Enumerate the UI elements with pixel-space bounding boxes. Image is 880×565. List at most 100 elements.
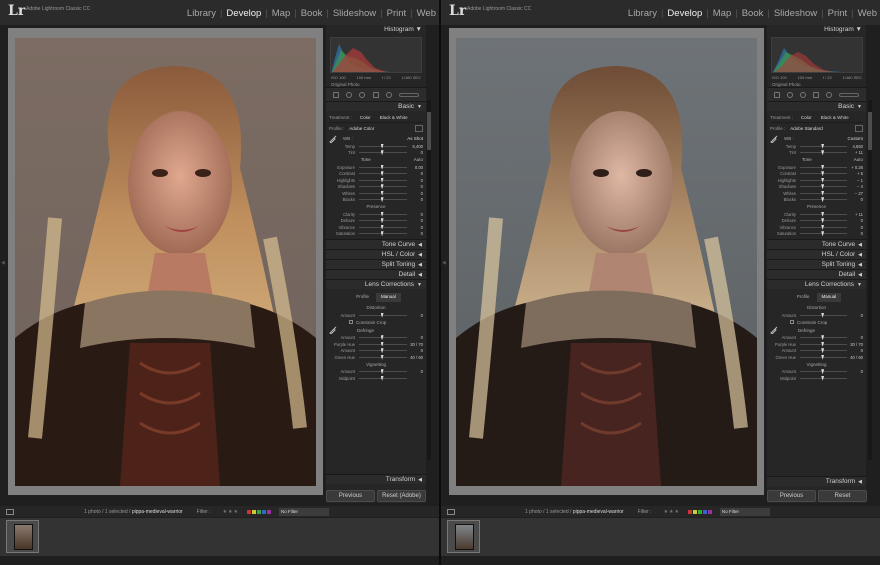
color-label-filter[interactable] <box>688 509 713 514</box>
slider-handle[interactable] <box>821 369 825 375</box>
yellow-label-icon[interactable] <box>252 509 257 514</box>
slider-value[interactable]: + 11 <box>849 150 863 155</box>
slider-handle[interactable] <box>380 335 384 341</box>
monitor-icon[interactable] <box>6 508 14 515</box>
slider-value[interactable]: + 0.26 <box>849 165 863 170</box>
slider-value[interactable]: 0 <box>849 218 863 223</box>
slider-value[interactable]: 0 <box>409 178 423 183</box>
red-label-icon[interactable] <box>247 509 252 514</box>
red-label-icon[interactable] <box>688 509 693 514</box>
slider-handle[interactable] <box>380 354 384 360</box>
slider-value[interactable]: 30 / 70 <box>849 342 863 347</box>
slider-handle[interactable] <box>821 341 825 347</box>
eyedropper-icon[interactable] <box>329 135 337 143</box>
slider-track[interactable] <box>359 211 407 217</box>
purple-label-icon[interactable] <box>267 509 272 514</box>
slider-handle[interactable] <box>821 184 825 190</box>
slider-track[interactable] <box>800 375 847 381</box>
basic-panel-header[interactable]: Basic ▼ <box>767 101 866 111</box>
slider-value[interactable]: 0 <box>409 335 423 340</box>
histogram-header[interactable]: Histogram ▼ <box>326 25 426 34</box>
module-develop[interactable]: Develop <box>226 8 261 19</box>
module-map[interactable]: Map <box>272 8 290 19</box>
radial-filter-icon[interactable] <box>385 91 392 98</box>
slider-track[interactable] <box>359 224 407 230</box>
module-book[interactable]: Book <box>301 8 323 19</box>
module-web[interactable]: Web <box>858 8 877 19</box>
slider-track[interactable] <box>359 354 407 360</box>
profile-browser-icon[interactable] <box>855 125 863 132</box>
module-slideshow[interactable]: Slideshow <box>774 8 817 19</box>
slider-track[interactable] <box>800 171 847 177</box>
basic-panel-header[interactable]: Basic ▼ <box>326 101 426 111</box>
slider-handle[interactable] <box>380 197 384 203</box>
slider-track[interactable] <box>359 197 407 203</box>
green-label-icon[interactable] <box>698 509 703 514</box>
slider-value[interactable]: − 4 <box>849 184 863 189</box>
radial-filter-icon[interactable] <box>826 91 833 98</box>
slider-handle[interactable] <box>380 312 384 318</box>
yellow-label-icon[interactable] <box>693 509 698 514</box>
histogram-header[interactable]: Histogram ▼ <box>767 25 866 34</box>
slider-value[interactable]: 0 <box>849 231 863 236</box>
slider-track[interactable] <box>359 341 407 347</box>
slider-track[interactable] <box>800 231 847 237</box>
blue-label-icon[interactable] <box>703 509 708 514</box>
slider-handle[interactable] <box>821 312 825 318</box>
profile-select[interactable]: Adobe Color <box>349 126 374 131</box>
slider-handle[interactable] <box>821 218 825 224</box>
left-panel-arrow-icon[interactable]: ◀ <box>1 260 5 266</box>
slider-track[interactable] <box>800 218 847 224</box>
slider-handle[interactable] <box>821 335 825 341</box>
slider-value[interactable]: 0 <box>849 348 863 353</box>
tab-manual[interactable]: Manual <box>816 293 842 302</box>
slider-handle[interactable] <box>821 143 825 149</box>
split-toning-header[interactable]: Split Toning ◀ <box>326 259 426 269</box>
slider-value[interactable]: 0 <box>409 184 423 189</box>
module-map[interactable]: Map <box>713 8 731 19</box>
crop-tool-icon[interactable] <box>773 91 780 98</box>
rating-filter-icon[interactable]: ★★★ <box>664 509 680 515</box>
slider-track[interactable] <box>800 143 847 149</box>
split-toning-header[interactable]: Split Toning ◀ <box>767 259 866 269</box>
slider-handle[interactable] <box>380 177 384 183</box>
slider-handle[interactable] <box>821 197 825 203</box>
eyedropper-icon[interactable] <box>770 326 778 334</box>
crop-tool-icon[interactable] <box>332 91 339 98</box>
slider-handle[interactable] <box>821 348 825 354</box>
filmstrip-thumbnail[interactable] <box>447 520 480 553</box>
slider-value[interactable]: + 5 <box>849 171 863 176</box>
slider-handle[interactable] <box>380 143 384 149</box>
slider-track[interactable] <box>359 164 407 170</box>
slider-track[interactable] <box>800 197 847 203</box>
slider-track[interactable] <box>800 312 847 318</box>
slider-value[interactable]: 5,400 <box>409 144 423 149</box>
profile-select[interactable]: Adobe Standard <box>790 126 823 131</box>
wb-select[interactable]: Custom <box>847 136 863 141</box>
adjustment-brush-icon[interactable] <box>399 92 420 97</box>
slider-handle[interactable] <box>380 211 384 217</box>
adjustment-brush-icon[interactable] <box>839 92 860 97</box>
slider-handle[interactable] <box>380 190 384 196</box>
slider-value[interactable]: + 11 <box>849 212 863 217</box>
tab-manual[interactable]: Manual <box>376 293 401 302</box>
tab-profile[interactable]: Profile <box>792 293 815 302</box>
slider-track[interactable] <box>800 335 847 341</box>
slider-track[interactable] <box>359 150 407 156</box>
slider-handle[interactable] <box>821 224 825 230</box>
slider-handle[interactable] <box>821 150 825 156</box>
slider-value[interactable]: 0 <box>409 348 423 353</box>
reset-button[interactable]: Reset <box>818 490 867 502</box>
slider-track[interactable] <box>359 231 407 237</box>
slider-track[interactable] <box>800 211 847 217</box>
slider-handle[interactable] <box>821 190 825 196</box>
panel-scrollbar[interactable] <box>868 100 872 460</box>
slider-track[interactable] <box>359 171 407 177</box>
slider-value[interactable]: 0 <box>409 197 423 202</box>
slider-value[interactable]: 0.00 <box>409 165 423 170</box>
slider-handle[interactable] <box>821 375 825 381</box>
slider-handle[interactable] <box>821 171 825 177</box>
slider-handle[interactable] <box>380 164 384 170</box>
detail-header[interactable]: Detail ◀ <box>326 269 426 279</box>
slider-track[interactable] <box>359 190 407 196</box>
